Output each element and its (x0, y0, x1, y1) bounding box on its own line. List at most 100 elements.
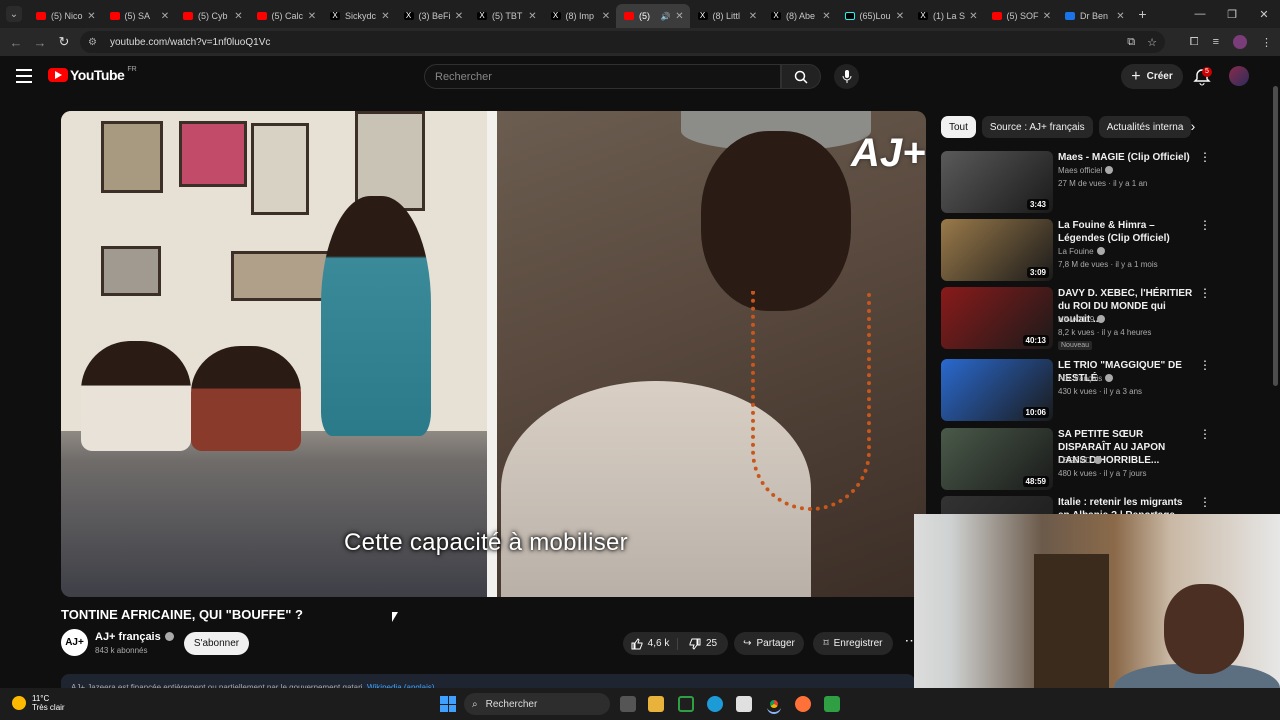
browser-tab[interactable]: (5) SA ✕ (102, 4, 176, 28)
channel-name[interactable]: AJ+ français (1058, 374, 1114, 383)
chrome-icon[interactable] (766, 696, 782, 712)
filter-chip[interactable]: Tout (941, 116, 976, 138)
recommended-video[interactable]: 40:13 DAVY D. XEBEC, l'HÉRITIER du ROI DU… (941, 287, 1211, 350)
media-control-icon[interactable]: ≡ (1213, 36, 1219, 48)
maximize-icon[interactable]: ❐ (1216, 8, 1248, 21)
tab-close-icon[interactable]: ✕ (86, 11, 98, 22)
channel-name[interactable]: La Fouine (1058, 247, 1105, 256)
account-avatar[interactable] (1229, 66, 1249, 86)
edge-icon[interactable] (707, 696, 723, 712)
channel-name[interactable]: Maes officiel (1058, 166, 1114, 175)
share-button[interactable]: ↪ Partager (734, 632, 804, 655)
more-options-icon[interactable]: ⋮ (1199, 219, 1211, 231)
task-view-icon[interactable] (620, 696, 636, 712)
tab-close-icon[interactable]: ✕ (600, 11, 612, 22)
tab-close-icon[interactable]: ✕ (453, 11, 465, 22)
store-icon[interactable] (736, 696, 752, 712)
scrollbar-thumb[interactable] (1273, 86, 1278, 386)
firefox-icon[interactable] (795, 696, 811, 712)
video-title[interactable]: Maes - MAGIE (Clip Officiel) (1058, 151, 1193, 164)
more-options-icon[interactable]: ⋮ (1199, 151, 1211, 163)
voice-search-button[interactable] (834, 64, 859, 89)
recommended-video[interactable]: 10:06 LE TRIO "MAGGIQUE" DE NESTLÉ AJ+ fra… (941, 359, 1211, 421)
browser-tab[interactable]: X (3) BeFi ✕ (396, 4, 470, 28)
browser-menu-icon[interactable]: ⋮ (1261, 36, 1272, 49)
browser-tab[interactable]: (5) Calc ✕ (249, 4, 323, 28)
bookmark-star-icon[interactable]: ☆ (1147, 36, 1157, 49)
browser-tab[interactable]: X (8) Littl ✕ (690, 4, 764, 28)
xbox-icon[interactable] (678, 696, 694, 712)
create-button[interactable]: + Créer (1121, 64, 1183, 89)
more-options-icon[interactable]: ⋮ (1199, 287, 1211, 299)
new-tab-button[interactable]: + (1131, 6, 1155, 22)
channel-name[interactable]: LEGEND (1058, 456, 1102, 465)
subscribe-button[interactable]: S'abonner (184, 632, 249, 655)
extensions-icon[interactable]: ⧠ (1190, 36, 1199, 49)
search-input[interactable]: Rechercher (424, 64, 781, 89)
recommended-video[interactable]: 48:59 SA PETITE SŒUR DISPARAÎT AU JAPON D… (941, 428, 1211, 490)
video-player[interactable]: AJ+ Cette capacité à mobiliser (61, 111, 926, 597)
browser-tab[interactable]: (5) Cyb ✕ (175, 4, 249, 28)
channel-name[interactable]: NINA2119 (1058, 315, 1106, 324)
windows-start-icon[interactable] (440, 696, 456, 712)
channel-name[interactable]: AJ+ français (95, 631, 174, 643)
dislike-button[interactable]: 25 (678, 638, 728, 650)
weather-widget[interactable]: 11°C Très clair (12, 694, 65, 712)
menu-icon[interactable] (16, 69, 32, 83)
tab-close-icon[interactable]: ✕ (821, 11, 833, 22)
video-thumbnail[interactable]: 10:06 (941, 359, 1053, 421)
browser-tab[interactable]: Dr Ben ✕ (1057, 4, 1131, 28)
more-options-icon[interactable]: ⋮ (1199, 359, 1211, 371)
tab-close-icon[interactable]: ✕ (159, 11, 171, 22)
tab-close-icon[interactable]: ✕ (1041, 11, 1053, 22)
save-button[interactable]: ⌑ Enregistrer (813, 632, 893, 655)
speaker-icon[interactable]: 🔊 (661, 12, 671, 21)
browser-tab[interactable]: X (5) TBT ✕ (469, 4, 543, 28)
profile-avatar[interactable] (1233, 35, 1247, 49)
tab-close-icon[interactable]: ✕ (894, 11, 906, 22)
forward-icon[interactable]: → (28, 35, 52, 50)
address-bar[interactable]: ⚙ youtube.com/watch?v=1nf0luoQ1Vc ⧉ ☆ (80, 31, 1165, 53)
close-icon[interactable]: ✕ (1248, 8, 1280, 21)
browser-tab[interactable]: X (8) Imp ✕ (543, 4, 617, 28)
browser-tab[interactable]: (5) Nico ✕ (28, 4, 102, 28)
tab-close-icon[interactable]: ✕ (968, 11, 980, 22)
video-title[interactable]: La Fouine & Himra – Légendes (Clip Offic… (1058, 219, 1193, 245)
video-thumbnail[interactable]: 40:13 (941, 287, 1053, 349)
site-info-icon[interactable]: ⚙ (88, 37, 102, 48)
recommended-video[interactable]: 3:43 Maes - MAGIE (Clip Officiel) Maes off… (941, 151, 1211, 213)
browser-tab[interactable]: (65)Lou ✕ (837, 4, 911, 28)
tab-search-icon[interactable]: ⌄ (6, 6, 22, 22)
install-icon[interactable]: ⧉ (1127, 36, 1135, 49)
tab-close-icon[interactable]: ✕ (747, 11, 759, 22)
app-icon[interactable] (824, 696, 840, 712)
tab-close-icon[interactable]: ✕ (380, 11, 392, 22)
tab-close-icon[interactable]: ✕ (1115, 11, 1127, 22)
chevron-right-icon[interactable]: › (1185, 118, 1201, 134)
file-explorer-icon[interactable] (648, 696, 664, 712)
minimize-icon[interactable]: — (1184, 8, 1216, 20)
tab-close-icon[interactable]: ✕ (527, 11, 539, 22)
video-thumbnail[interactable]: 48:59 (941, 428, 1053, 490)
more-options-icon[interactable]: ⋮ (1199, 496, 1211, 508)
browser-tab[interactable]: (5) SOF ✕ (984, 4, 1058, 28)
search-button[interactable] (781, 64, 821, 89)
recommended-video[interactable]: 3:09 La Fouine & Himra – Légendes (Clip O… (941, 219, 1211, 281)
like-button[interactable]: 4,6 k (623, 637, 678, 650)
channel-avatar[interactable]: AJ+ (61, 629, 88, 656)
taskbar-search[interactable]: ⌕ Rechercher (464, 693, 610, 715)
video-thumbnail[interactable]: 3:43 (941, 151, 1053, 213)
tab-close-icon[interactable]: ✕ (306, 11, 318, 22)
more-options-icon[interactable]: ⋮ (1199, 428, 1211, 440)
tab-close-icon[interactable]: ✕ (674, 11, 686, 22)
filter-chip[interactable]: Source : AJ+ français (981, 116, 1093, 138)
youtube-logo[interactable]: YouTube FR (48, 66, 137, 83)
browser-tab[interactable]: X (1) La S ✕ (910, 4, 984, 28)
browser-tab[interactable]: X (8) Abe ✕ (763, 4, 837, 28)
filter-chip[interactable]: Actualités interna (1098, 116, 1192, 138)
video-thumbnail[interactable]: 3:09 (941, 219, 1053, 281)
browser-tab[interactable]: X Sickydc ✕ (322, 4, 396, 28)
reload-icon[interactable]: ↻ (52, 34, 76, 50)
tab-close-icon[interactable]: ✕ (233, 11, 245, 22)
back-icon[interactable]: ← (4, 35, 28, 50)
